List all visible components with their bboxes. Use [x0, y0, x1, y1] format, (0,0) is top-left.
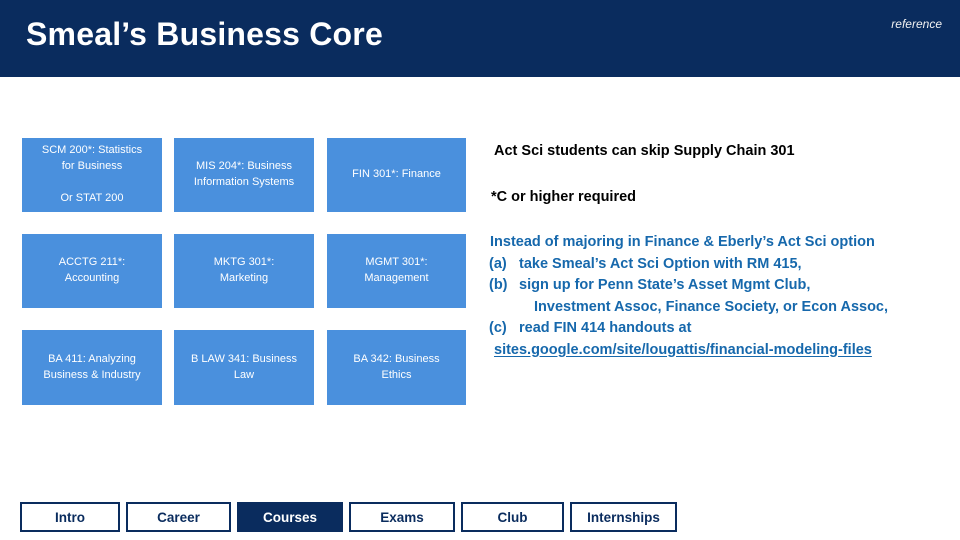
nav-button-courses[interactable]: Courses	[237, 502, 343, 532]
course-box-fin-301[interactable]: FIN 301*: Finance	[327, 138, 466, 212]
nav-button-club[interactable]: Club	[461, 502, 564, 532]
course-box-label: MKTG 301*: Marketing	[213, 256, 275, 284]
course-box-label: ACCTG 211*: Accounting	[58, 256, 126, 284]
course-box-label: B LAW 341: Business Law	[191, 352, 297, 381]
course-grid: SCM 200*: Statistics for Business Or STA…	[22, 138, 466, 405]
advice-continuation-line: Investment Assoc, Finance Society, or Ec…	[534, 298, 889, 315]
advice-block: Instead of majoring in Finance & Eberly’…	[489, 232, 951, 361]
note-skip-supply-chain: Act Sci students can skip Supply Chain 3…	[494, 143, 795, 159]
course-box-label: FIN 301*: Finance	[352, 168, 441, 181]
financial-modeling-files-link[interactable]: sites.google.com/site/lougattis/financia…	[494, 340, 872, 362]
advice-item-b: (b) sign up for Penn State’s Asset Mgmt …	[489, 275, 951, 297]
nav-button-intro[interactable]: Intro	[20, 502, 120, 532]
advice-item-a: (a) take Smeal’s Act Sci Option with RM …	[489, 254, 951, 276]
bottom-nav: Intro Career Courses Exams Club Internsh…	[20, 502, 677, 532]
course-box-acctg-211[interactable]: ACCTG 211*: Accounting	[22, 234, 162, 308]
course-box-ba-411[interactable]: BA 411: Analyzing Business & Industry	[22, 330, 162, 405]
course-box-label: BA 411: Analyzing Business & Industry	[43, 352, 141, 381]
course-box-ba-342[interactable]: BA 342: Business Ethics	[327, 330, 466, 405]
reference-label: reference	[891, 17, 942, 31]
course-box-scm-200[interactable]: SCM 200*: Statistics for Business Or STA…	[22, 138, 162, 212]
note-grade-requirement: *C or higher required	[491, 189, 637, 205]
advice-intro-line: Instead of majoring in Finance & Eberly’…	[490, 234, 875, 250]
advice-text-c: read FIN 414 handouts at	[519, 320, 692, 336]
advice-text-b: sign up for Penn State’s Asset Mgmt Club…	[519, 277, 811, 293]
course-box-label: MGMT 301*: Management	[364, 256, 429, 284]
nav-button-internships[interactable]: Internships	[570, 502, 677, 532]
nav-button-exams[interactable]: Exams	[349, 502, 455, 532]
course-box-label: BA 342: Business Ethics	[353, 352, 440, 381]
advice-item-c: (c) read FIN 414 handouts at	[489, 318, 951, 340]
advice-marker-c: (c)	[489, 320, 507, 336]
course-box-label: MIS 204*: Business Information Systems	[193, 160, 295, 188]
course-box-mgmt-301[interactable]: MGMT 301*: Management	[327, 234, 466, 308]
advice-marker-a: (a)	[489, 255, 507, 272]
header-band: Smeal’s Business Core reference	[0, 0, 960, 77]
course-box-mis-204[interactable]: MIS 204*: Business Information Systems	[174, 138, 314, 212]
page-title: Smeal’s Business Core	[26, 16, 383, 52]
course-box-blaw-341[interactable]: B LAW 341: Business Law	[174, 330, 314, 405]
advice-marker-b: (b)	[489, 277, 508, 293]
course-box-mktg-301[interactable]: MKTG 301*: Marketing	[174, 234, 314, 308]
course-box-label: SCM 200*: Statistics for Business Or STA…	[41, 144, 143, 204]
nav-button-career[interactable]: Career	[126, 502, 231, 532]
advice-text-a: take Smeal’s Act Sci Option with RM 415,	[519, 255, 802, 272]
